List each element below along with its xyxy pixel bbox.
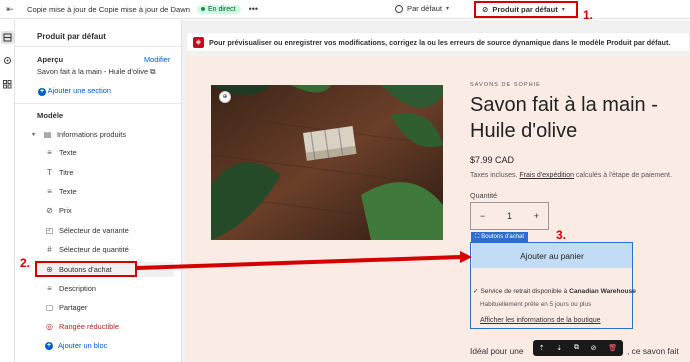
annotation-arrow (137, 251, 472, 270)
